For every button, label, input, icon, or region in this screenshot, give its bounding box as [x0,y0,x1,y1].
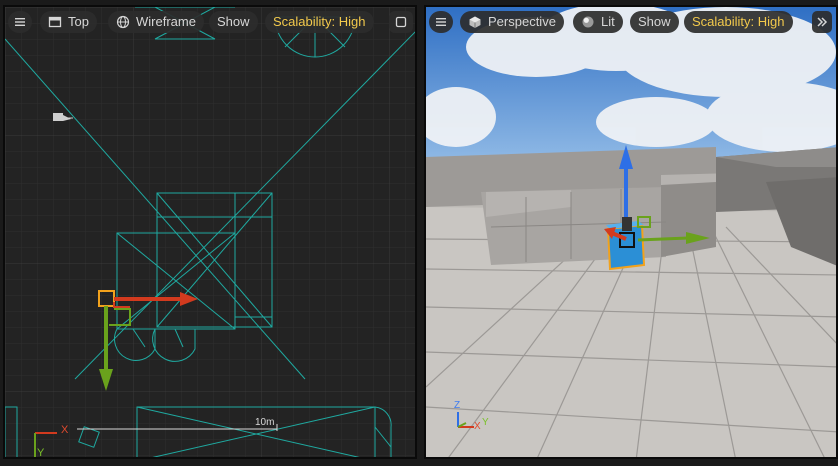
viewport-menu-button[interactable] [8,11,32,33]
scalability-label: Scalability: High [692,14,785,29]
axis-y-label: Y [482,417,489,428]
top-wireframe-viewport[interactable]: 10m X Y Top Wireframe Show Scalability: … [3,5,417,459]
view-mode-label: Perspective [488,14,556,29]
view-mode-button[interactable]: Top [40,11,97,33]
viewport-menu-button[interactable] [429,11,453,33]
axis-x-label: X [474,421,481,432]
orthographic-view-icon [48,16,62,28]
render-mode-button[interactable]: Wireframe [108,11,204,33]
double-chevron-right-icon [817,17,828,27]
hamburger-menu-icon [15,18,25,26]
scale-bar-label: 10m [255,417,275,428]
show-flags-button[interactable]: Show [630,11,679,33]
scalability-button[interactable]: Scalability: High [265,11,374,33]
view-mode-label: Top [68,14,89,29]
axis-x-label: X [61,424,69,436]
show-flags-button[interactable]: Show [209,11,258,33]
maximize-square-icon [395,16,407,28]
perspective-cube-icon [469,16,481,28]
toolbar-overflow-button[interactable] [812,11,832,33]
wireframe-sphere-icon [116,15,130,29]
render-mode-label: Lit [601,14,615,29]
hamburger-menu-icon [436,18,446,26]
lit-scene-canvas [426,7,836,457]
view-mode-button[interactable]: Perspective [460,11,564,33]
show-label: Show [638,14,671,29]
scalability-button[interactable]: Scalability: High [684,11,793,33]
wireframe-canvas [5,7,415,457]
render-mode-button[interactable]: Lit [573,11,623,33]
lit-sphere-icon [582,16,594,28]
render-mode-label: Wireframe [136,14,196,29]
perspective-lit-viewport[interactable]: Z X Y Perspective Lit Show Scalability: … [424,5,838,459]
maximize-viewport-button[interactable] [389,11,413,33]
show-label: Show [217,14,250,29]
axis-z-label: Z [454,400,461,411]
scalability-label: Scalability: High [273,14,366,29]
